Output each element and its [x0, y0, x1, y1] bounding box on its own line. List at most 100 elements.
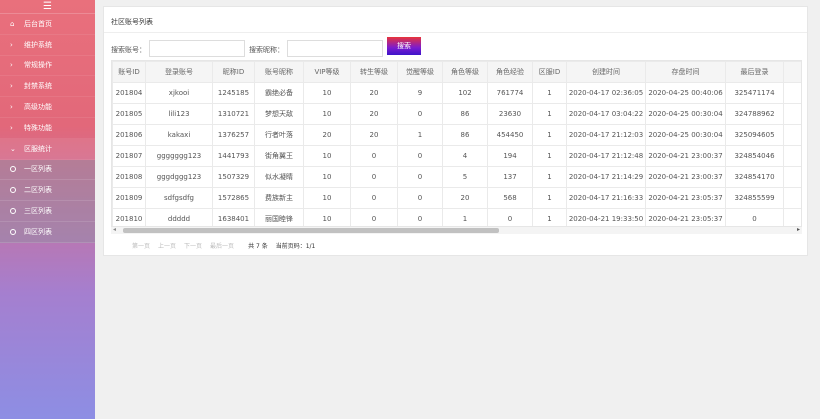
table-cell: 0: [350, 166, 398, 188]
table-cell: 324788962: [725, 103, 784, 125]
circle-icon: [10, 187, 16, 194]
table-cell: [783, 124, 801, 146]
table-cell: 9: [397, 82, 443, 104]
table-cell: ggggggg123: [145, 145, 213, 167]
table-cell: 20: [350, 103, 398, 125]
scrollbar-thumb[interactable]: [123, 228, 499, 233]
sidebar-item-label: 常规操作: [24, 61, 52, 70]
account-search-label: 搜索账号：: [111, 46, 146, 54]
table-cell: 行者叶落: [254, 124, 304, 146]
table-cell: sdfgsdfg: [145, 187, 213, 209]
main-panel: 社区账号列表 搜索账号： 搜索昵称： 搜索 账号ID 登录账号 昵称ID 账号昵称 VI…: [103, 6, 808, 256]
next-page-link[interactable]: 下一页: [184, 241, 202, 250]
table-cell: 1: [397, 124, 443, 146]
sidebar-item-server-stats[interactable]: ⌄ 区服统计: [0, 138, 95, 160]
table-cell: 86: [442, 124, 488, 146]
first-page-link[interactable]: 第一页: [132, 241, 150, 250]
sidebar-subitem-zone1[interactable]: 一区列表: [0, 159, 95, 181]
table-cell: 0: [350, 187, 398, 209]
total-count: 共 7 条: [248, 243, 268, 250]
table-cell: 0: [350, 145, 398, 167]
table-cell: lili123: [145, 103, 213, 125]
sidebar-subitem-zone3[interactable]: 三区列表: [0, 201, 95, 222]
table-row[interactable]: 201808 gggdggg123 1507329 似水凝睛 10 0 0 5 137 1 2020…: [112, 166, 801, 188]
table-cell: 1: [532, 82, 567, 104]
table-cell: 761774: [487, 82, 533, 104]
table-cell: 20: [350, 124, 398, 146]
sidebar-item-maintenance[interactable]: › 维护系统: [0, 35, 95, 56]
column-header: 存盘时间: [645, 61, 726, 83]
sidebar-subitem-label: 一区列表: [24, 165, 52, 174]
column-header: 账号昵称: [254, 61, 304, 83]
circle-icon: [10, 166, 16, 173]
table-cell: 201806: [112, 124, 146, 146]
chevron-right-icon: ›: [10, 123, 13, 132]
scroll-left-icon[interactable]: ◂: [113, 226, 116, 233]
table-row[interactable]: 201807 ggggggg123 1441793 街角翼王 10 0 0 4 194 1 2020…: [112, 145, 801, 167]
divider: [104, 32, 807, 33]
table-cell: 1376257: [212, 124, 255, 146]
table-row[interactable]: 201809 sdfgsdfg 1572865 费族新主 10 0 0 20 568 1 2020-…: [112, 187, 801, 209]
table-cell: 102: [442, 82, 488, 104]
sidebar: ☰ ⌂ 后台首页 › 维护系统 › 常规操作 › 封禁系统 › 高级功能 › 特…: [0, 0, 95, 419]
nickname-search-input[interactable]: [287, 40, 383, 57]
table-cell: 194: [487, 145, 533, 167]
scroll-right-icon[interactable]: ▸: [797, 226, 800, 233]
table-cell: 201805: [112, 103, 146, 125]
table-cell: 201804: [112, 82, 146, 104]
sidebar-subitem-zone4[interactable]: 四区列表: [0, 221, 95, 243]
prev-page-link[interactable]: 上一页: [158, 241, 176, 250]
sidebar-item-label: 特殊功能: [24, 123, 52, 132]
last-page-link[interactable]: 最后一页: [210, 241, 234, 250]
table-cell: 2020-04-21 23:05:37: [645, 187, 726, 209]
table-cell: [783, 82, 801, 104]
table-cell: 454450: [487, 124, 533, 146]
table-cell: 似水凝睛: [254, 166, 304, 188]
sidebar-item-special[interactable]: › 特殊功能: [0, 118, 95, 139]
table-cell: [783, 166, 801, 188]
table-cell: 201808: [112, 166, 146, 188]
sidebar-item-ban[interactable]: › 封禁系统: [0, 76, 95, 98]
table-cell: 10: [303, 82, 351, 104]
table-cell: [783, 145, 801, 167]
chevron-right-icon: ›: [10, 40, 13, 49]
table-row[interactable]: 201804 xjkooi 1245185 霸绝必备 10 20 9 102 761774 1 20…: [112, 82, 801, 104]
table-cell: 街角翼王: [254, 145, 304, 167]
table-cell: 10: [303, 187, 351, 209]
horizontal-scrollbar[interactable]: ◂ ▸: [111, 226, 802, 234]
sidebar-item-label: 区服统计: [24, 144, 52, 153]
hamburger-icon[interactable]: ☰: [0, 0, 95, 14]
table-cell: 4: [442, 145, 488, 167]
table-row[interactable]: 201805 lili123 1310721 梦想天敌 10 20 0 86 23630 1 202…: [112, 103, 801, 125]
table-cell: 霸绝必备: [254, 82, 304, 104]
account-search-input[interactable]: [149, 40, 245, 57]
table-cell: 23630: [487, 103, 533, 125]
table-cell: 1: [532, 166, 567, 188]
chevron-down-icon: ⌄: [10, 144, 16, 153]
table-cell: 1572865: [212, 187, 255, 209]
table-cell: 2020-04-21 23:00:37: [645, 166, 726, 188]
sidebar-item-advanced[interactable]: › 高级功能: [0, 97, 95, 118]
account-table: 账号ID 登录账号 昵称ID 账号昵称 VIP等级 转生等级 觉醒等级 角色等级 角色经验 区服I…: [112, 61, 801, 229]
column-header: 最后登录: [725, 61, 784, 83]
table-cell: 0: [397, 166, 443, 188]
column-header: 区服ID: [532, 61, 567, 83]
table-cell: kakaxi: [145, 124, 213, 146]
sidebar-item-home[interactable]: ⌂ 后台首页: [0, 14, 95, 35]
table-cell: xjkooi: [145, 82, 213, 104]
table-cell: 10: [303, 145, 351, 167]
table-row[interactable]: 201806 kakaxi 1376257 行者叶落 20 20 1 86 454450 1 202…: [112, 124, 801, 146]
table-cell: 费族新主: [254, 187, 304, 209]
table-cell: [783, 103, 801, 125]
table-cell: 568: [487, 187, 533, 209]
column-header: 登录账号: [145, 61, 213, 83]
table-cell: 86: [442, 103, 488, 125]
home-icon: ⌂: [10, 19, 15, 28]
search-button[interactable]: 搜索: [387, 37, 421, 55]
sidebar-subitem-zone2[interactable]: 二区列表: [0, 180, 95, 202]
sidebar-item-routine[interactable]: › 常规操作: [0, 56, 95, 77]
table-cell: 137: [487, 166, 533, 188]
table-cell: 5: [442, 166, 488, 188]
table-cell: 324855599: [725, 187, 784, 209]
pagination: 第一页 上一页 下一页 最后一页 共 7 条 当前页码：1/1: [132, 241, 315, 250]
